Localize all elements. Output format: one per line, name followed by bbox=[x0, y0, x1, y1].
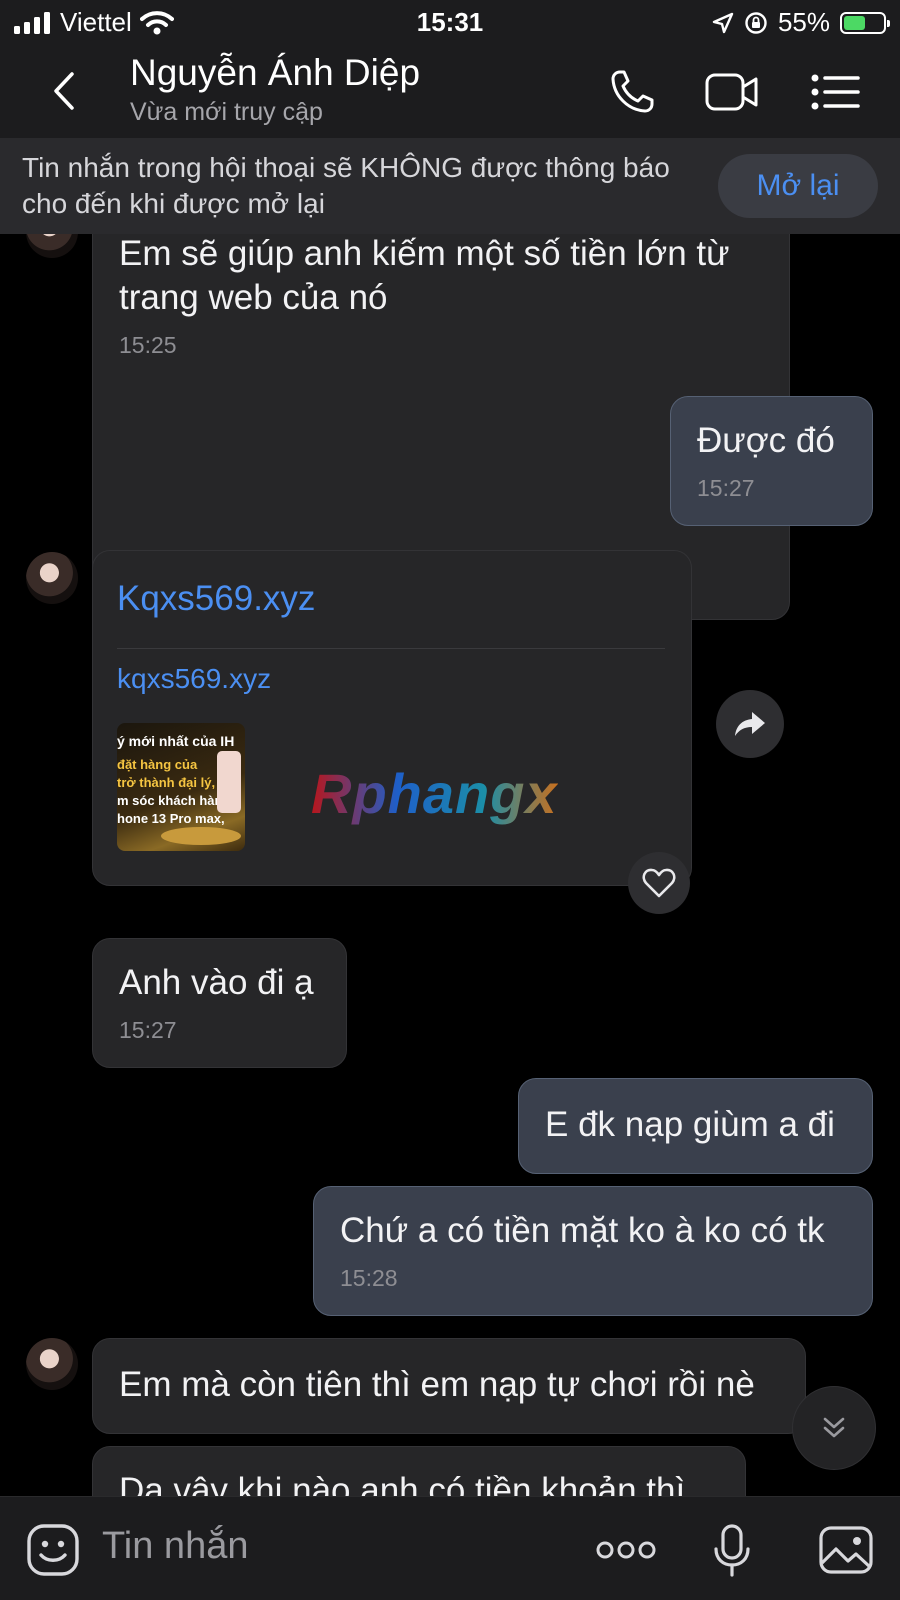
battery-fill bbox=[844, 15, 865, 30]
contact-avatar[interactable] bbox=[26, 234, 78, 258]
contact-name[interactable]: Nguyễn Ánh Diệp bbox=[130, 52, 420, 94]
message-list[interactable]: Em sẽ giúp anh kiếm một số tiền lớn từ t… bbox=[0, 234, 900, 1496]
reopen-notifications-button[interactable]: Mở lại bbox=[718, 154, 878, 218]
microphone-icon[interactable] bbox=[712, 1523, 752, 1577]
battery-percent: 55% bbox=[777, 7, 830, 37]
message-bubble-incoming[interactable]: Dạ vậy khi nào anh có tiền khoản thì bbox=[92, 1446, 746, 1496]
message-time: 15:28 bbox=[340, 1265, 398, 1291]
status-bar: Viettel 15:31 55% bbox=[0, 0, 900, 46]
message-input[interactable]: Tin nhắn bbox=[102, 1525, 248, 1568]
message-bubble-outgoing[interactable]: E đk nạp giùm a đi bbox=[518, 1078, 873, 1174]
message-text: Chứ a có tiền mặt ko à ko có tk bbox=[340, 1211, 825, 1250]
message-bubble-incoming[interactable]: Anh vào đi ạ 15:27 bbox=[92, 938, 347, 1068]
scroll-to-bottom-button[interactable] bbox=[792, 1386, 876, 1470]
share-arrow-icon bbox=[735, 712, 765, 736]
more-options-icon[interactable] bbox=[596, 1523, 656, 1577]
contact-avatar[interactable] bbox=[26, 552, 78, 604]
phone-image bbox=[217, 751, 241, 813]
message-time: 15:25 bbox=[119, 332, 177, 358]
link-preview-bubble[interactable]: Kqxs569.xyz kqxs569.xyz ý mới nhất của I… bbox=[92, 550, 692, 886]
thumbnail-text: m sóc khách hàng bbox=[117, 793, 231, 808]
video-call-icon[interactable] bbox=[704, 66, 760, 118]
thumbnail-text: ý mới nhất của IH bbox=[117, 733, 235, 749]
message-text: Được đó bbox=[697, 421, 835, 460]
message-text: Anh vào đi ạ bbox=[119, 963, 314, 1002]
menu-list-icon[interactable] bbox=[808, 66, 864, 118]
chat-header: Nguyễn Ánh Diệp Vừa mới truy cập bbox=[0, 46, 900, 138]
heart-icon bbox=[642, 868, 676, 898]
forward-button[interactable] bbox=[716, 690, 784, 758]
thumbnail-text: đặt hàng của bbox=[117, 757, 198, 772]
link-title[interactable]: Kqxs569.xyz bbox=[117, 579, 315, 619]
message-bubble-outgoing[interactable]: Được đó 15:27 bbox=[670, 396, 873, 526]
message-time: 15:27 bbox=[697, 475, 755, 501]
link-url[interactable]: kqxs569.xyz bbox=[117, 663, 271, 695]
message-text: Em sẽ giúp anh kiếm một số tiền lớn từ t… bbox=[119, 234, 730, 317]
message-input-bar: Tin nhắn bbox=[0, 1496, 900, 1600]
mute-banner: Tin nhắn trong hội thoại sẽ KHÔNG được t… bbox=[0, 138, 900, 234]
status-right: 55% bbox=[712, 7, 890, 38]
location-icon bbox=[712, 12, 734, 33]
contact-status: Vừa mới truy cập bbox=[130, 98, 323, 126]
rotation-lock-icon bbox=[745, 11, 767, 34]
podium-image bbox=[161, 827, 241, 845]
react-button[interactable] bbox=[628, 852, 690, 914]
link-thumbnail[interactable]: ý mới nhất của IH đặt hàng của trở thành… bbox=[117, 723, 245, 851]
chat-screen: Viettel 15:31 55% Nguyễn Ánh Diệp Vừa mớ… bbox=[0, 0, 900, 1600]
double-chevron-down-icon bbox=[823, 1417, 845, 1438]
back-arrow-icon[interactable] bbox=[44, 66, 84, 116]
message-text: E đk nạp giùm a đi bbox=[545, 1105, 835, 1144]
message-text: Em mà còn tiên thì em nạp tự chơi rồi nè bbox=[119, 1365, 755, 1404]
watermark-logo: Rphangx bbox=[311, 762, 558, 825]
battery-icon bbox=[840, 11, 890, 34]
emoji-sticker-icon[interactable] bbox=[26, 1523, 80, 1577]
thumbnail-text: hone 13 Pro max, bbox=[117, 811, 225, 826]
message-text: Dạ vậy khi nào anh có tiền khoản thì bbox=[119, 1471, 686, 1496]
contact-avatar[interactable] bbox=[26, 1338, 78, 1390]
message-bubble-outgoing[interactable]: Chứ a có tiền mặt ko à ko có tk 15:28 bbox=[313, 1186, 873, 1316]
phone-call-icon[interactable] bbox=[606, 66, 662, 118]
image-gallery-icon[interactable] bbox=[818, 1523, 874, 1577]
thumbnail-text: trở thành đại lý, bbox=[117, 775, 216, 790]
message-time: 15:27 bbox=[119, 1017, 177, 1043]
mute-banner-text: Tin nhắn trong hội thoại sẽ KHÔNG được t… bbox=[22, 152, 670, 219]
message-bubble-incoming[interactable]: Em mà còn tiên thì em nạp tự chơi rồi nè bbox=[92, 1338, 806, 1434]
link-divider bbox=[117, 648, 665, 649]
